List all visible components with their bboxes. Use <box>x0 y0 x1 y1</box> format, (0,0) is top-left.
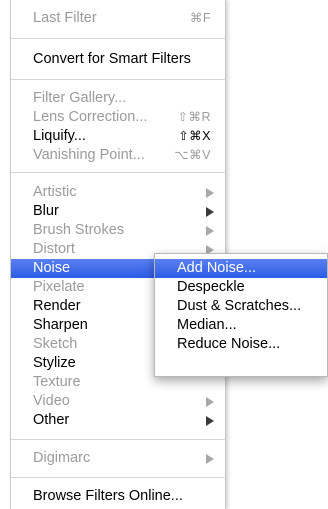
submenu-arrow-icon <box>206 397 214 407</box>
submenu-arrow-icon <box>206 416 214 426</box>
menu-item-video[interactable]: Video <box>11 392 225 411</box>
shortcut-label: ⌥⌘V <box>174 148 211 162</box>
submenu-arrow-icon <box>206 226 214 236</box>
noise-submenu: Add Noise... Despeckle Dust & Scratches.… <box>154 253 328 377</box>
menu-item-filter-gallery[interactable]: Filter Gallery... <box>11 89 225 108</box>
menu-separator <box>11 79 225 80</box>
submenu-arrow-icon <box>206 454 214 464</box>
submenu-item-dust-scratches[interactable]: Dust & Scratches... <box>155 297 327 316</box>
submenu-item-median[interactable]: Median... <box>155 316 327 335</box>
menu-item-convert-smart-filters[interactable]: Convert for Smart Filters <box>11 50 225 69</box>
shortcut-label: ⇧⌘R <box>177 110 211 124</box>
menu-item-blur[interactable]: Blur <box>11 202 225 221</box>
menu-item-artistic[interactable]: Artistic <box>11 183 225 202</box>
shortcut-label: ⌘F <box>189 11 211 25</box>
submenu-arrow-icon <box>206 207 214 217</box>
menu-item-browse-filters-online[interactable]: Browse Filters Online... <box>11 487 225 506</box>
menu-separator <box>11 439 225 440</box>
submenu-item-reduce-noise[interactable]: Reduce Noise... <box>155 335 327 354</box>
menu-item-vanishing-point[interactable]: Vanishing Point... ⌥⌘V <box>11 146 225 165</box>
menu-item-liquify[interactable]: Liquify... ⇧⌘X <box>11 127 225 146</box>
menu-separator <box>11 477 225 478</box>
shortcut-label: ⇧⌘X <box>178 129 211 143</box>
menu-item-other[interactable]: Other <box>11 411 225 430</box>
menu-item-last-filter[interactable]: Last Filter ⌘F <box>11 9 225 28</box>
submenu-item-despeckle[interactable]: Despeckle <box>155 278 327 297</box>
submenu-item-add-noise[interactable]: Add Noise... <box>155 259 327 278</box>
menu-item-brush-strokes[interactable]: Brush Strokes <box>11 221 225 240</box>
submenu-arrow-icon <box>206 188 214 198</box>
menu-item-lens-correction[interactable]: Lens Correction... ⇧⌘R <box>11 108 225 127</box>
menu-separator <box>11 172 225 173</box>
menu-separator <box>11 38 225 39</box>
menu-item-digimarc[interactable]: Digimarc <box>11 449 225 468</box>
